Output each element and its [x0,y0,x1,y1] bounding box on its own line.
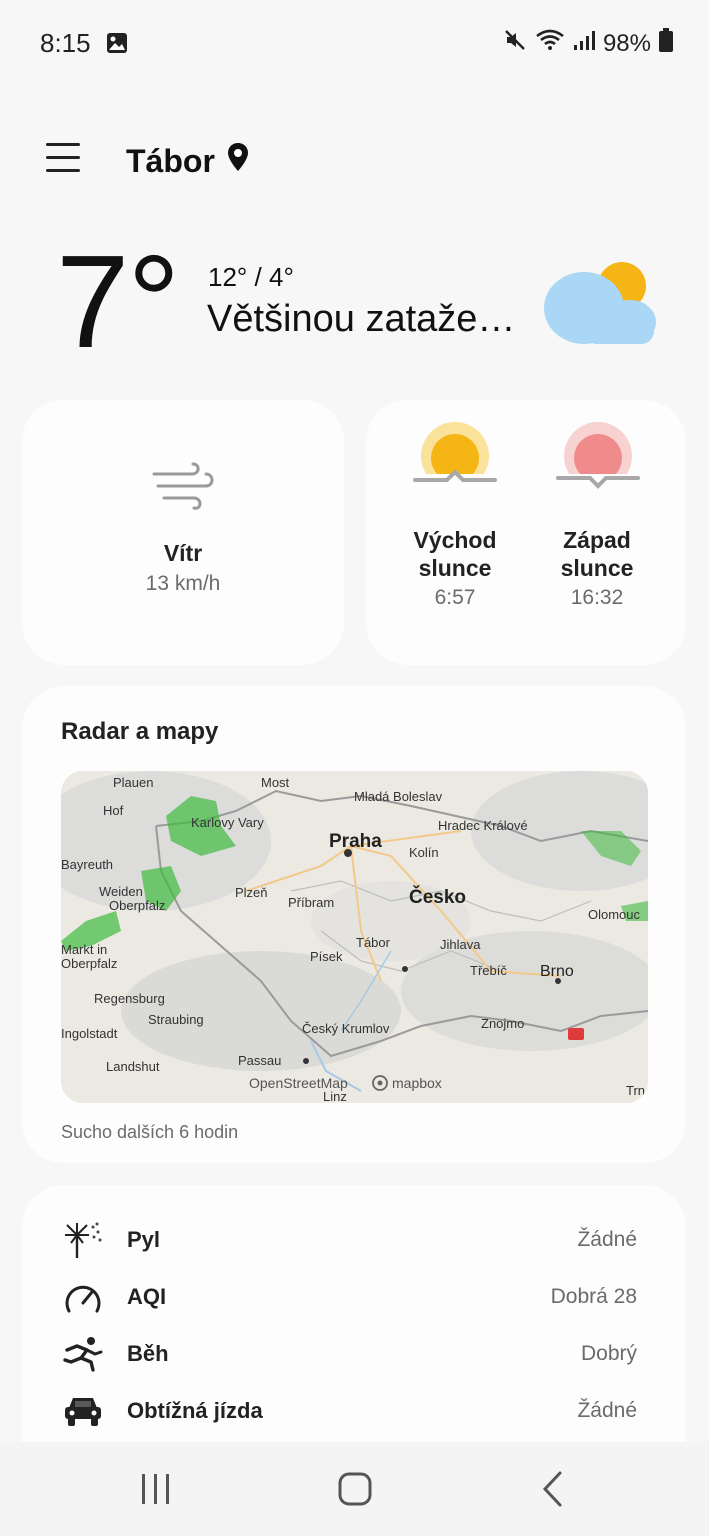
wind-label: Vítr [163,540,203,566]
sunset-time: 16:32 [570,586,624,609]
map-place: Regensburg [94,991,165,1006]
sunrise-label: Východ slunce [385,526,525,582]
system-navigation-bar [0,1442,709,1536]
map-place: Straubing [148,1012,204,1027]
menu-button[interactable] [46,143,80,177]
detail-label: Obtížná jízda [127,1398,263,1423]
wind-value: 13 km/h [145,572,221,595]
map-place: Weiden [99,884,143,899]
detail-row-running[interactable]: Běh Dobrý [61,1334,637,1374]
map-place: Brno [540,963,574,980]
map-place: Písek [310,949,343,964]
map-place: Ingolstadt [61,1026,118,1041]
map-place: Markt in Oberpfalz [61,942,118,971]
sunset-label-line2: slunce [560,555,634,581]
map-place: Oberpfalz [109,898,166,913]
gallery-notification-icon [106,30,128,61]
wind-card[interactable] [22,400,344,665]
radar-map[interactable]: Plauen Most Mladá Boleslav Hof Karlovy V… [61,771,648,1103]
map-place: Karlovy Vary [191,815,264,830]
gauge-icon [61,1277,105,1317]
radar-forecast-text: Sucho dalších 6 hodin [61,1122,239,1142]
detail-label: AQI [127,1284,167,1309]
map-place: Třebíč [470,963,507,978]
map-place: Landshut [106,1059,160,1074]
partly-cloudy-icon [540,258,660,352]
battery-icon [659,28,673,59]
detail-label: Pyl [127,1227,161,1252]
current-temperature: 7° [56,228,180,375]
city-name: Tábor [126,142,215,179]
weather-condition: Většinou zataže… [207,298,516,340]
detail-value: Žádné [577,1399,637,1422]
sunset-label-line1: Západ [563,527,631,553]
map-place: Mladá Boleslav [354,789,443,804]
clock-text: 8:15 [40,28,91,58]
wifi-icon [535,28,565,59]
location-pin-icon [227,142,249,180]
mapbox-attribution[interactable]: mapbox [392,1075,442,1091]
running-icon [61,1334,105,1374]
map-place: Kolín [409,845,439,860]
mapbox-logo-icon [372,1075,388,1096]
map-place: Plauen [113,775,154,790]
map-place: Česko [409,887,467,908]
location-header[interactable]: Tábor [126,142,249,180]
map-place: Český Krumlov [302,1021,390,1036]
map-place: Hradec Králové [438,818,528,833]
map-place: Passau [238,1053,282,1068]
car-icon [61,1391,105,1431]
map-place: Tábor [356,935,390,950]
map-place: Příbram [288,895,335,910]
map-place: Bayreuth [61,857,114,872]
home-icon[interactable] [337,1471,373,1512]
detail-row-driving[interactable]: Obtížná jízda Žádné [61,1391,637,1431]
map-background [61,771,648,1103]
battery-percent: 98% [602,29,651,57]
map-place: Znojmo [481,1016,525,1031]
sunrise-icon [411,422,499,490]
recent-apps-icon[interactable] [138,1472,174,1511]
sunrise-label-line1: Východ [413,527,497,553]
map-place: Plzeň [235,885,268,900]
map-place: Hof [103,803,124,818]
back-icon[interactable] [540,1470,566,1513]
sunrise-time: 6:57 [434,586,476,609]
status-icons: 98% [503,28,673,59]
map-place: Olomouc [588,907,641,922]
status-time: 8:15 [40,28,128,61]
signal-icon [573,29,595,58]
openstreetmap-attribution[interactable]: OpenStreetMap [249,1075,348,1091]
sunset-label: Západ slunce [527,526,667,582]
sunrise-label-line2: slunce [418,555,492,581]
map-place: Trn [626,1083,646,1098]
detail-row-aqi[interactable]: AQI Dobrá 28 [61,1277,637,1317]
detail-value: Dobrý [580,1342,637,1365]
detail-label: Běh [127,1341,169,1366]
mute-icon [503,28,527,59]
map-place: Linz [323,1089,347,1103]
detail-value: Žádné [577,1228,637,1251]
pollen-icon [61,1220,105,1260]
temperature-range: 12° / 4° [208,262,294,292]
map-place: Most [261,775,290,790]
sunset-icon [554,422,642,490]
map-place: Jihlava [440,937,481,952]
radar-title: Radar a mapy [61,718,219,745]
wind-icon [150,460,216,512]
map-place: Praha [329,831,382,852]
detail-value: Dobrá 28 [550,1285,637,1308]
detail-row-pollen[interactable]: Pyl Žádné [61,1220,637,1260]
